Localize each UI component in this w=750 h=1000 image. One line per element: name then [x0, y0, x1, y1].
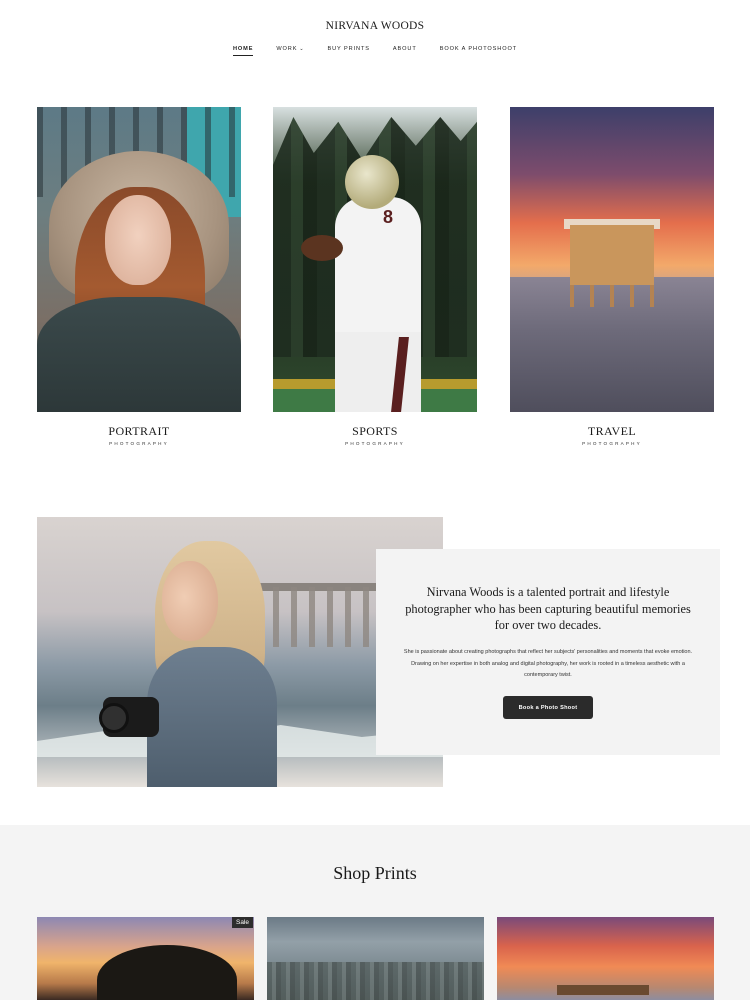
nav-about-label: ABOUT	[392, 46, 417, 52]
category-title[interactable]: TRAVEL	[510, 424, 714, 439]
travel-image[interactable]	[510, 107, 714, 412]
site-title[interactable]: NIRVANA WOODS	[0, 20, 750, 32]
nav-book-photoshoot[interactable]: BOOK A PHOTOSHOOT	[440, 46, 517, 56]
category-travel[interactable]: TRAVEL PHOTOGRAPHY	[510, 107, 714, 446]
category-portrait[interactable]: PORTRAIT PHOTOGRAPHY	[37, 107, 241, 446]
shop-prints-section: Shop Prints Sale	[0, 825, 750, 1000]
nav-about[interactable]: ABOUT	[393, 46, 417, 56]
about-heading: Nirvana Woods is a talented portrait and…	[405, 585, 691, 632]
category-subtitle: PHOTOGRAPHY	[109, 441, 169, 446]
about-panel: Nirvana Woods is a talented portrait and…	[376, 549, 720, 755]
shop-item[interactable]	[497, 917, 714, 1000]
sports-image[interactable]: 8	[273, 107, 477, 412]
nav-book-photoshoot-label: BOOK A PHOTOSHOOT	[439, 46, 518, 52]
shop-title: Shop Prints	[333, 863, 417, 883]
nav-home[interactable]: HOME	[232, 46, 254, 56]
about-body: She is passionate about creating photogr…	[403, 649, 693, 678]
nav-buy-prints-label: BUY PRINTS	[327, 46, 370, 52]
sale-badge: Sale	[231, 917, 253, 928]
nav-buy-prints[interactable]: BUY PRINTS	[327, 46, 369, 56]
category-subtitle: PHOTOGRAPHY	[582, 441, 642, 446]
main-nav: HOME WORK ⌄ BUY PRINTS ABOUT BOOK A PHOTO…	[0, 46, 750, 56]
category-title[interactable]: SPORTS	[273, 424, 477, 439]
chevron-down-icon: ⌄	[299, 46, 305, 52]
shop-item[interactable]	[267, 917, 484, 1000]
nav-work-label: WORK	[276, 46, 298, 52]
book-photo-shoot-button[interactable]: Book a Photo Shoot	[503, 696, 593, 719]
shop-item[interactable]: Sale	[37, 917, 254, 1000]
nav-home-label: HOME	[232, 46, 254, 52]
category-sports[interactable]: 8 SPORTS PHOTOGRAPHY	[273, 107, 477, 446]
category-title[interactable]: PORTRAIT	[37, 424, 241, 439]
nav-work[interactable]: WORK ⌄	[276, 46, 304, 56]
portrait-image[interactable]	[37, 107, 241, 412]
category-subtitle: PHOTOGRAPHY	[345, 441, 405, 446]
